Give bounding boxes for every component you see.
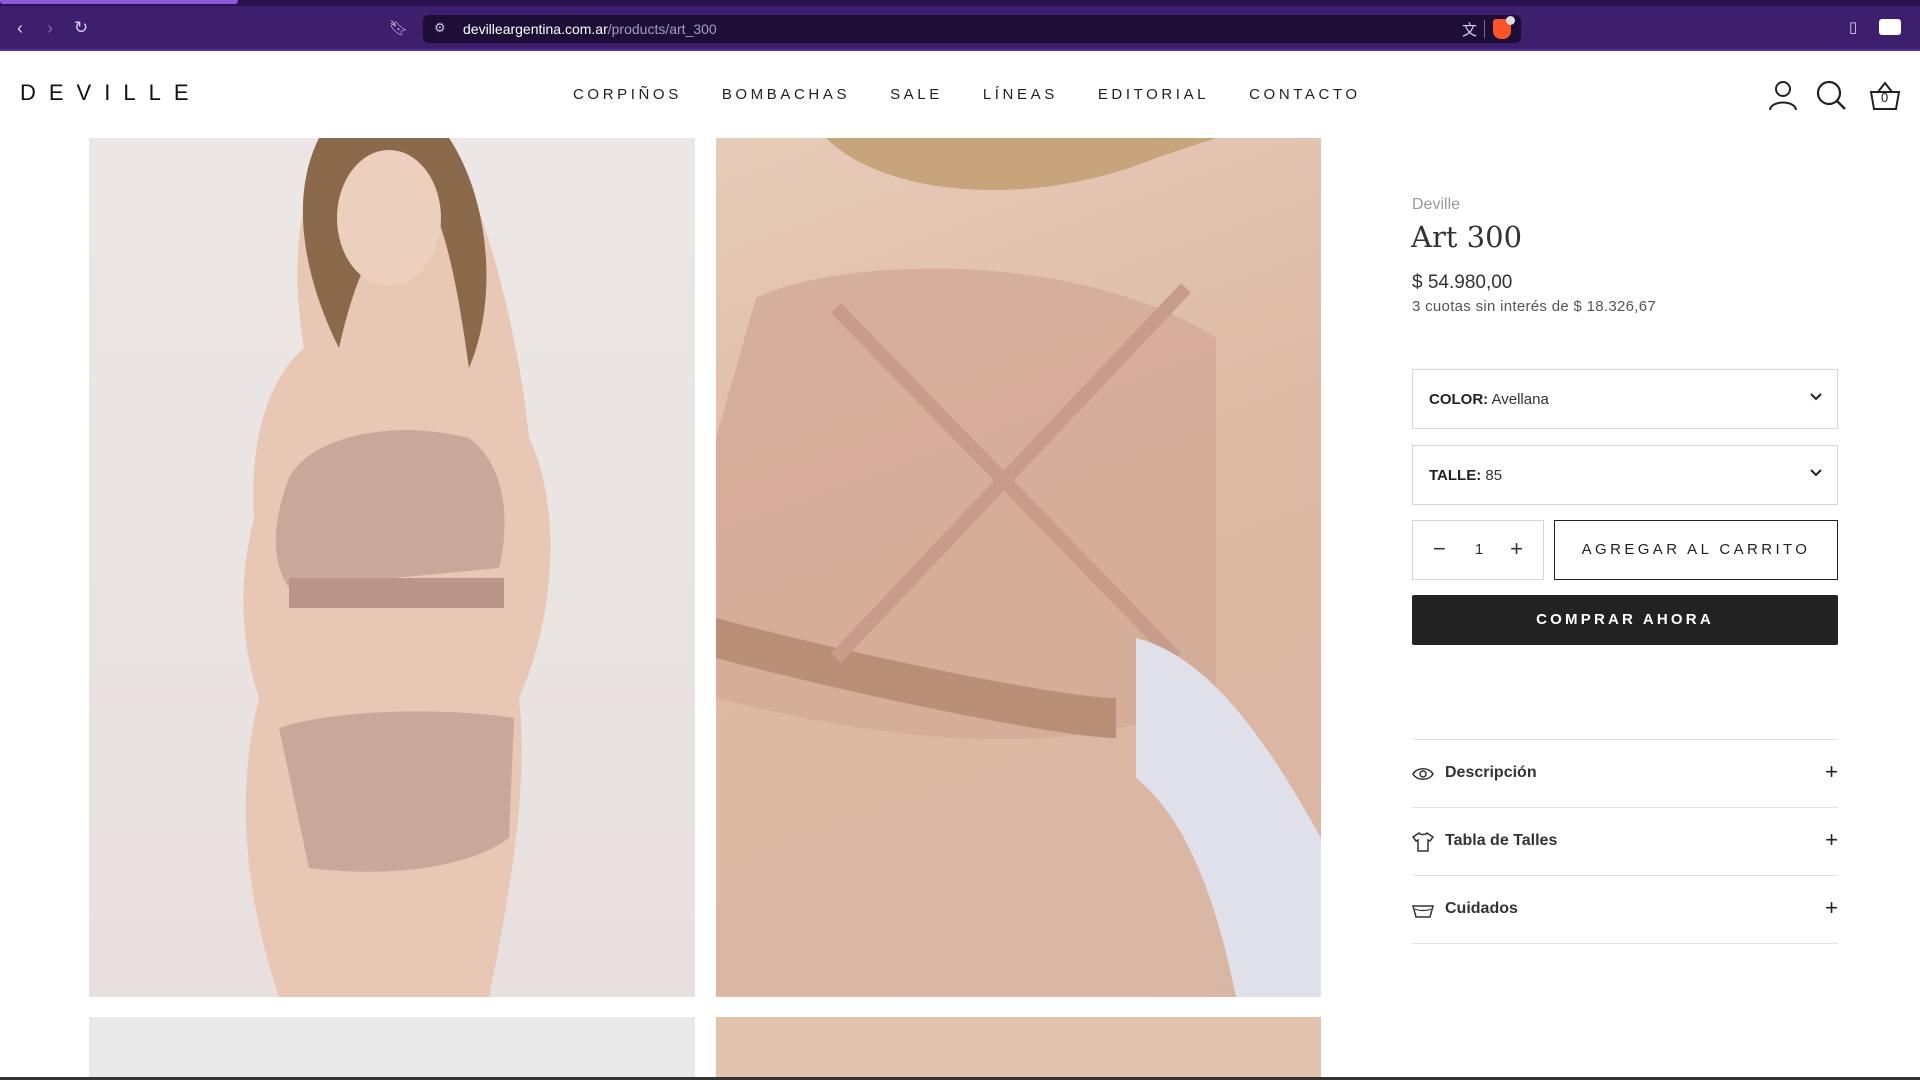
shirt-svg [1411,831,1435,852]
buy-now-button[interactable]: COMPRAR AHORA [1412,595,1838,645]
nav-sale[interactable]: SALE [890,86,943,103]
search-icon[interactable] [1814,78,1848,112]
product-title: Art 300 [1411,220,1523,254]
accordion-descripcion[interactable]: Descripción + [1412,740,1838,808]
nav-bombachas[interactable]: BOMBACHAS [722,86,850,103]
product-photo-3[interactable] [89,1017,695,1080]
shields-badge [1506,16,1515,25]
reload-icon[interactable]: ↻ [70,17,92,39]
chevron-svg [1810,393,1822,401]
accordion-cuidados[interactable]: Cuidados + [1412,876,1838,944]
chevron-down-icon [1809,390,1823,407]
add-to-cart-button[interactable]: AGREGAR AL CARRITO [1554,520,1838,580]
product-brand[interactable]: Deville [1412,196,1460,214]
chevron-svg [1810,469,1822,477]
tab-strip [0,0,1920,6]
product-price: $ 54.980,00 [1412,272,1513,293]
size-value: 85 [1485,467,1503,484]
site-settings-icon[interactable]: ⚙︎ [434,20,446,36]
address-divider [1484,20,1485,38]
product-photo-back[interactable] [716,138,1321,997]
increase-quantity-button[interactable]: + [1510,537,1523,561]
plus-icon: + [1825,895,1838,920]
address-bar[interactable]: 🔖︎ ⚙︎ devilleargentina.com.ar/products/a… [389,15,1521,43]
bookmark-icon[interactable]: 🔖︎ [389,19,408,37]
cart-icon[interactable]: 0 [1868,78,1902,112]
color-value: Avellana [1491,391,1549,408]
eye-svg [1412,768,1434,780]
installments-info: 3 cuotas sin interés de $ 18.326,67 [1412,298,1656,315]
wallet-icon[interactable] [1879,19,1901,35]
chevron-down-icon [1809,466,1823,483]
quantity-stepper[interactable]: − 1 + [1412,520,1544,580]
url-path: /products/art_300 [607,21,717,37]
accordion-title: Tabla de Talles [1445,832,1558,849]
color-select-label: COLOR: Avellana [1429,391,1549,408]
size-select[interactable]: TALLE: 85 [1412,445,1838,505]
account-icon-svg [1769,81,1797,111]
nav-lineas[interactable]: LÍNEAS [983,86,1058,103]
translate-icon[interactable]: 文 [1462,19,1477,40]
basin-icon [1412,900,1434,920]
back-icon[interactable]: ‹ [9,17,31,39]
plus-icon: + [1825,827,1838,852]
nav-corpinos[interactable]: CORPIÑOS [573,86,682,103]
model-back-illustration [716,138,1321,997]
nav-contacto[interactable]: CONTACTO [1249,86,1361,103]
color-select[interactable]: COLOR: Avellana [1412,369,1838,429]
account-icon[interactable] [1766,78,1800,112]
search-icon-svg [1816,80,1846,110]
nav-editorial[interactable]: EDITORIAL [1098,86,1209,103]
main-navigation: CORPIÑOS BOMBACHAS SALE LÍNEAS EDITORIAL… [573,86,1401,103]
accordion-tabla-de-talles[interactable]: Tabla de Talles + [1411,808,1838,876]
browser-toolbar: ‹ › ↻ 🔖︎ ⚙︎ devilleargentina.com.ar/prod… [0,0,1920,51]
product-photo-4[interactable] [716,1017,1321,1080]
basin-svg [1412,905,1434,918]
product-accordion: Descripción + Tabla de Talles + Cuidados… [1411,739,1838,944]
size-label: TALLE: [1429,467,1482,484]
accordion-title: Cuidados [1445,900,1518,917]
color-label: COLOR: [1429,391,1489,408]
eye-icon [1412,764,1434,784]
quantity-value[interactable]: 1 [1413,541,1545,558]
model-front-illustration [243,138,551,997]
active-tab-indicator[interactable] [0,0,238,4]
forward-icon[interactable]: › [39,17,61,39]
url-domain: devilleargentina.com.ar [463,21,608,37]
sidebar-icon[interactable]: ▯ [1849,18,1857,36]
shirt-icon [1411,831,1435,852]
accordion-title: Descripción [1445,764,1537,781]
size-select-label: TALLE: 85 [1429,467,1502,484]
url-text[interactable]: devilleargentina.com.ar/products/art_300 [463,21,717,37]
plus-icon: + [1825,759,1838,784]
product-photo-front[interactable] [89,138,695,997]
cart-count: 0 [1881,90,1889,105]
store-logo[interactable]: DEVILLE [20,80,202,106]
